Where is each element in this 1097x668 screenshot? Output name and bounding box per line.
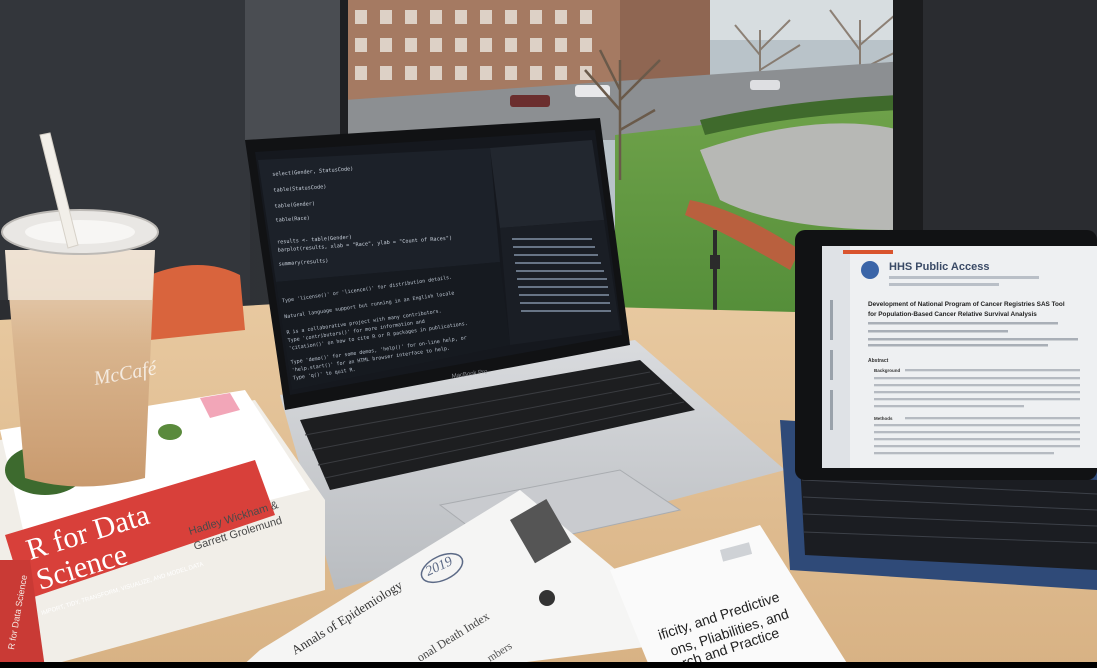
journal-logo: [539, 590, 555, 606]
header-accent: [843, 250, 893, 254]
car: [750, 80, 780, 90]
hhs-logo: [861, 261, 879, 279]
bottom-border: [0, 662, 1097, 668]
book-illustration: [158, 424, 182, 440]
background-heading: Background: [874, 368, 901, 373]
tablet-header: HHS Public Access: [889, 261, 989, 273]
paper-title-line: Development of National Program of Cance…: [868, 301, 1065, 308]
tablet-keyboard[interactable]: [800, 465, 1097, 570]
window-mullion: [893, 0, 923, 230]
methods-heading: Methods: [874, 416, 893, 421]
rstudio-environment-pane: [490, 140, 604, 228]
tablet-screen: [822, 246, 1097, 468]
paper-title-line: for Population-Based Cancer Relative Sur…: [868, 311, 1037, 318]
chair: [150, 265, 245, 340]
traffic-light: [710, 255, 720, 269]
cup-lid-top: [25, 220, 135, 244]
header-subtext: [889, 283, 999, 286]
tablet-sidebar: [822, 246, 850, 468]
cup-foam: [5, 250, 155, 300]
header-subtext: [889, 276, 1039, 279]
sidebar-labels: [830, 300, 833, 430]
abstract-heading: Abstract: [868, 358, 889, 364]
window-mullion: [340, 0, 348, 140]
desk-photo: select(Gender, StatusCode) table(StatusC…: [0, 0, 1097, 668]
window-frame-left: [245, 0, 345, 140]
tablet: HHS Public Access Development of Nationa…: [780, 230, 1097, 590]
right-wall: [923, 0, 1097, 240]
car: [510, 95, 550, 107]
